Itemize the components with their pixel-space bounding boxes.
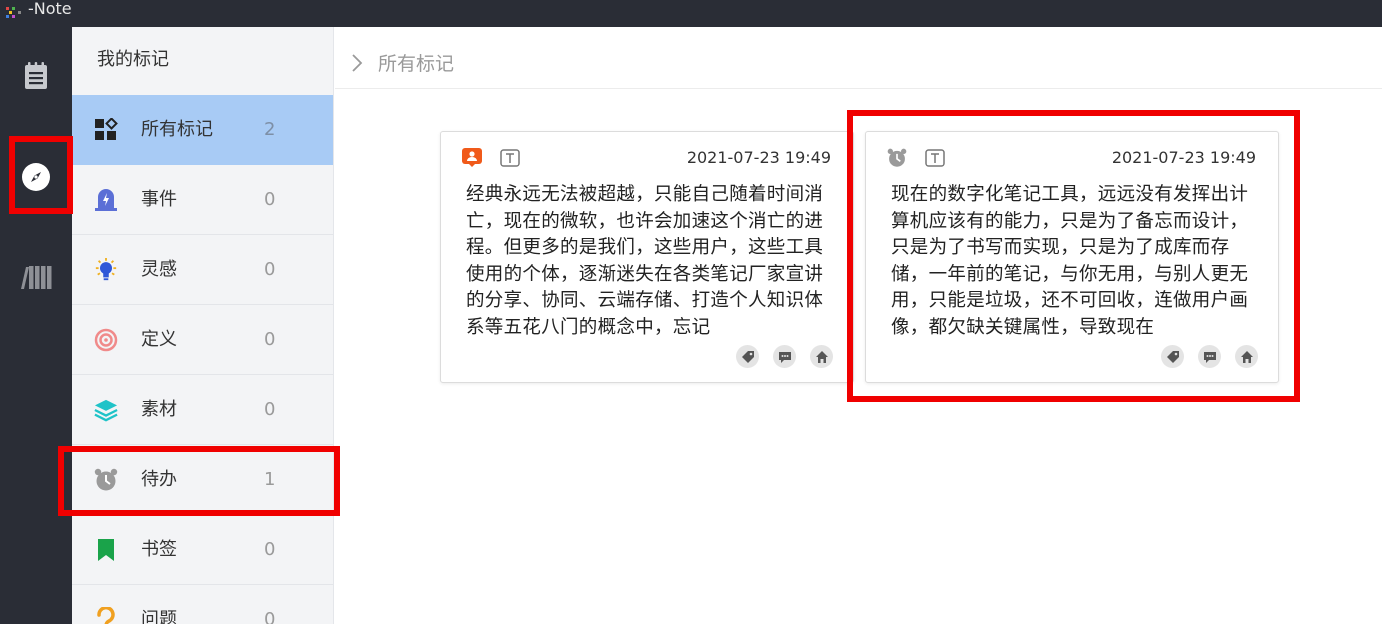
highlight-box-card bbox=[847, 110, 1300, 402]
event-icon bbox=[461, 147, 483, 169]
card-date: 2021-07-23 19:49 bbox=[686, 148, 831, 167]
sidebar-item-bookmark[interactable]: 书签 0 bbox=[72, 515, 333, 585]
lightbulb-icon bbox=[94, 258, 118, 282]
bookmark-icon bbox=[94, 538, 118, 562]
sidebar-item-count: 0 bbox=[264, 609, 276, 624]
sidebar-item-label: 灵感 bbox=[141, 259, 177, 280]
breadcrumb-current: 所有标记 bbox=[378, 53, 455, 75]
sidebar-item-material[interactable]: 素材 0 bbox=[72, 375, 333, 445]
title-bar: -Note bbox=[0, 0, 1382, 27]
sidebar-item-inspiration[interactable]: 灵感 0 bbox=[72, 235, 333, 305]
chevron-right-icon bbox=[352, 54, 363, 72]
sidebar-title: 我的标记 bbox=[97, 49, 169, 70]
sidebar-item-label: 所有标记 bbox=[141, 119, 213, 140]
sidebar-item-count: 0 bbox=[264, 329, 276, 350]
mark-card[interactable]: 2021-07-23 19:49 经典永远无法被超越，只能自己随着时间消亡，现在… bbox=[440, 131, 854, 383]
card-text: 经典永远无法被超越，只能自己随着时间消亡，现在的微软，也许会加速这个消亡的进程。… bbox=[466, 184, 824, 338]
sidebar-item-label: 素材 bbox=[141, 399, 177, 420]
sidebar-item-event[interactable]: 事件 0 bbox=[72, 165, 333, 235]
highlight-box-explore bbox=[9, 136, 73, 214]
sidebar-item-label: 问题 bbox=[141, 609, 177, 624]
sidebar-item-all-marks[interactable]: 所有标记 2 bbox=[72, 95, 333, 165]
card-actions bbox=[736, 345, 833, 368]
question-icon bbox=[94, 607, 118, 624]
notebook-icon bbox=[25, 62, 47, 89]
grid-icon bbox=[94, 118, 118, 142]
layers-icon bbox=[94, 398, 118, 422]
rail-library-button[interactable] bbox=[18, 259, 54, 295]
sidebar-item-definition[interactable]: 定义 0 bbox=[72, 305, 333, 375]
sidebar-item-count: 0 bbox=[264, 539, 276, 560]
sidebar-item-label: 书签 bbox=[141, 539, 177, 560]
text-type-icon bbox=[499, 147, 521, 169]
app-logo-icon bbox=[6, 7, 21, 18]
tag-icon[interactable] bbox=[736, 345, 759, 368]
sidebar-item-count: 0 bbox=[264, 259, 276, 280]
sidebar-item-count: 0 bbox=[264, 189, 276, 210]
target-icon bbox=[94, 328, 118, 352]
marks-sidebar: 我的标记 所有标记 2 事件 0 灵感 0 定义 0 素材 0 待办 1 书签 … bbox=[72, 27, 334, 624]
sidebar-item-question[interactable]: 问题 0 bbox=[72, 585, 333, 624]
breadcrumb: 所有标记 bbox=[335, 27, 1382, 89]
home-icon[interactable] bbox=[810, 345, 833, 368]
rail-notes-button[interactable] bbox=[18, 58, 54, 94]
highlight-box-todo bbox=[58, 446, 340, 516]
sidebar-list: 所有标记 2 事件 0 灵感 0 定义 0 素材 0 待办 1 书签 0 问题 … bbox=[72, 95, 333, 624]
sidebar-item-label: 事件 bbox=[141, 189, 177, 210]
event-icon bbox=[94, 188, 118, 212]
comment-icon[interactable] bbox=[773, 345, 796, 368]
sidebar-item-count: 2 bbox=[264, 119, 276, 140]
icon-rail bbox=[0, 27, 72, 624]
books-icon bbox=[21, 266, 52, 289]
sidebar-item-count: 0 bbox=[264, 399, 276, 420]
sidebar-item-label: 定义 bbox=[141, 329, 177, 350]
app-title: -Note bbox=[28, 0, 72, 18]
